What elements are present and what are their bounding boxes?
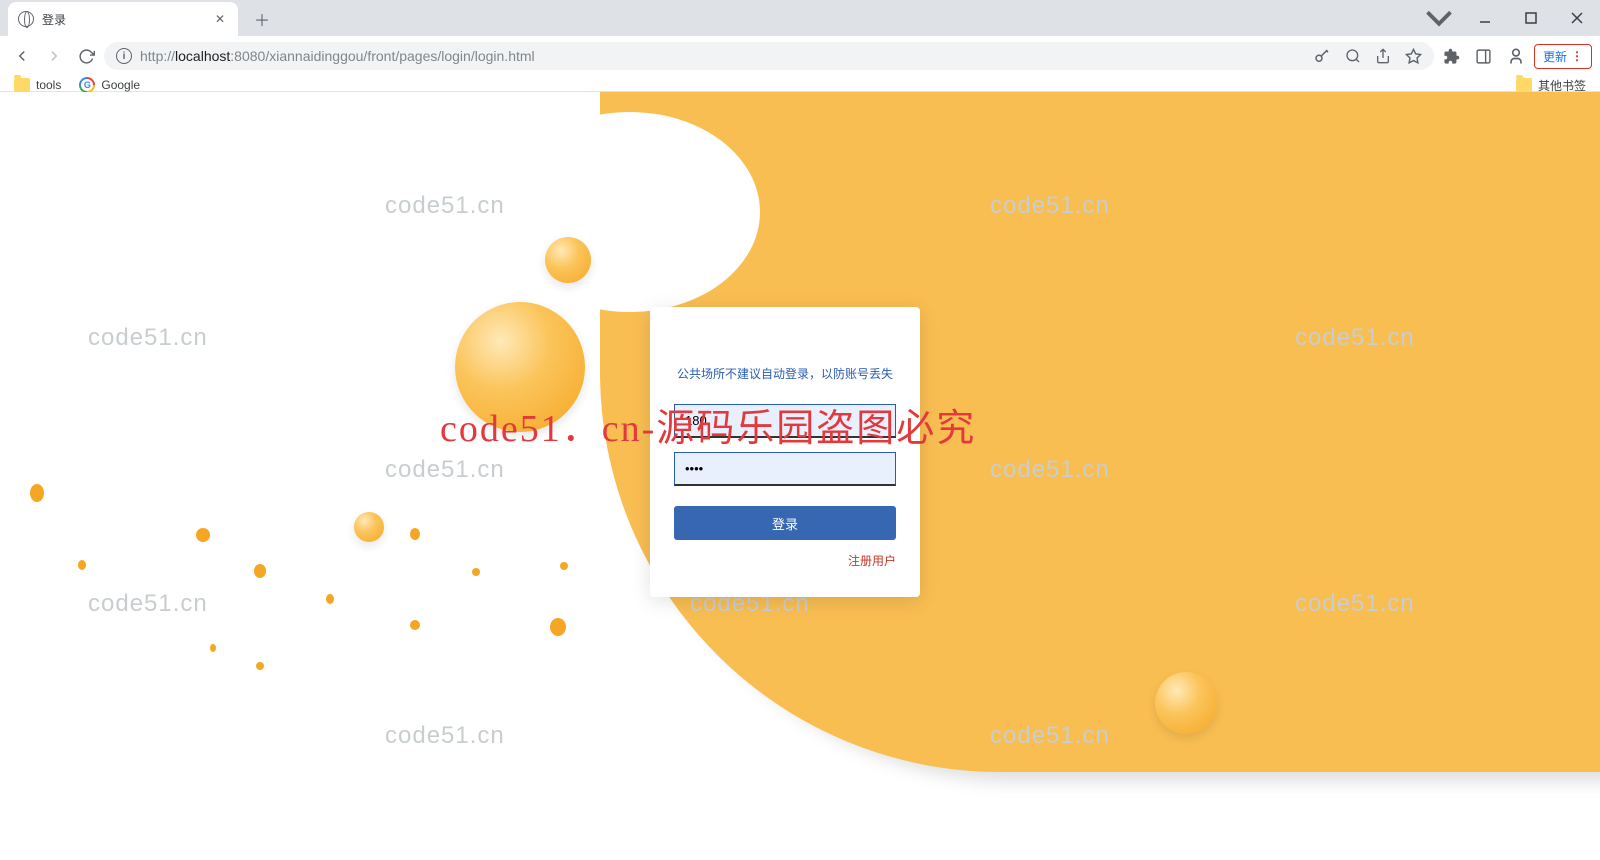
chevron-down-icon[interactable]	[1416, 3, 1462, 33]
zoom-icon[interactable]	[1345, 48, 1361, 64]
key-icon[interactable]	[1313, 47, 1331, 65]
bookmark-google[interactable]: Google	[79, 77, 140, 93]
login-button[interactable]: 登录	[674, 506, 896, 540]
address-row: i http://localhost:8080/xiannaidinggou/f…	[0, 40, 1600, 72]
url-text: http://localhost:8080/xiannaidinggou/fro…	[140, 48, 535, 64]
watermark: code51.cn	[88, 324, 208, 352]
decorative-dot	[550, 618, 566, 636]
decorative-dot	[256, 662, 264, 670]
tab-bar: 登录 ✕ ＋	[0, 0, 1600, 36]
decorative-dot	[560, 562, 568, 570]
decorative-dot	[78, 560, 86, 570]
login-card: 公共场所不建议自动登录，以防账号丢失 登录 注册用户	[650, 307, 920, 597]
decorative-bubble	[455, 302, 585, 432]
watermark: code51.cn	[385, 456, 505, 484]
watermark: code51.cn	[385, 722, 505, 750]
address-bar[interactable]: i http://localhost:8080/xiannaidinggou/f…	[104, 42, 1434, 70]
browser-chrome: 登录 ✕ ＋ i http://localhost:8080/xiannaidi…	[0, 0, 1600, 92]
decorative-dot	[30, 484, 44, 502]
decorative-dot	[196, 528, 210, 542]
globe-icon	[18, 11, 34, 27]
forward-button[interactable]	[40, 42, 68, 70]
share-icon[interactable]	[1375, 48, 1391, 64]
browser-tab[interactable]: 登录 ✕	[8, 2, 238, 36]
tab-title: 登录	[42, 11, 66, 28]
decorative-dot	[254, 564, 266, 578]
register-link[interactable]: 注册用户	[674, 552, 896, 569]
extensions-icon[interactable]	[1438, 42, 1466, 70]
new-tab-button[interactable]: ＋	[248, 5, 276, 33]
decorative-bubble	[354, 512, 384, 542]
update-button[interactable]: 更新 ⋮	[1534, 44, 1592, 69]
update-label: 更新	[1543, 48, 1567, 65]
folder-icon	[14, 78, 30, 92]
star-icon[interactable]	[1405, 48, 1422, 65]
decorative-dot	[326, 594, 334, 604]
login-tip: 公共场所不建议自动登录，以防账号丢失	[674, 365, 896, 382]
site-info-icon[interactable]: i	[116, 48, 132, 64]
more-icon: ⋮	[1571, 49, 1583, 63]
watermark: code51.cn	[88, 590, 208, 618]
profile-icon[interactable]	[1502, 42, 1530, 70]
watermark: code51.cn	[385, 192, 505, 220]
bookmark-tools[interactable]: tools	[14, 78, 61, 92]
decorative-dot	[410, 528, 420, 540]
decorative-dot	[472, 568, 480, 576]
close-window-button[interactable]	[1554, 3, 1600, 33]
bookmark-other[interactable]: 其他书签	[1516, 77, 1586, 94]
decorative-dot	[210, 644, 216, 652]
reload-button[interactable]	[72, 42, 100, 70]
decorative-bubble	[1155, 672, 1217, 734]
back-button[interactable]	[8, 42, 36, 70]
minimize-button[interactable]	[1462, 3, 1508, 33]
sidepanel-icon[interactable]	[1470, 42, 1498, 70]
username-input[interactable]	[674, 404, 896, 438]
password-input[interactable]	[674, 452, 896, 486]
maximize-button[interactable]	[1508, 3, 1554, 33]
folder-icon	[1516, 78, 1532, 92]
decorative-bubble	[545, 237, 591, 283]
decorative-dot	[410, 620, 420, 630]
window-controls	[1416, 0, 1600, 36]
close-tab-icon[interactable]: ✕	[212, 11, 228, 27]
google-icon	[79, 77, 95, 93]
page-viewport: code51.cn code51.cn code51.cn code51.cn …	[0, 92, 1600, 860]
